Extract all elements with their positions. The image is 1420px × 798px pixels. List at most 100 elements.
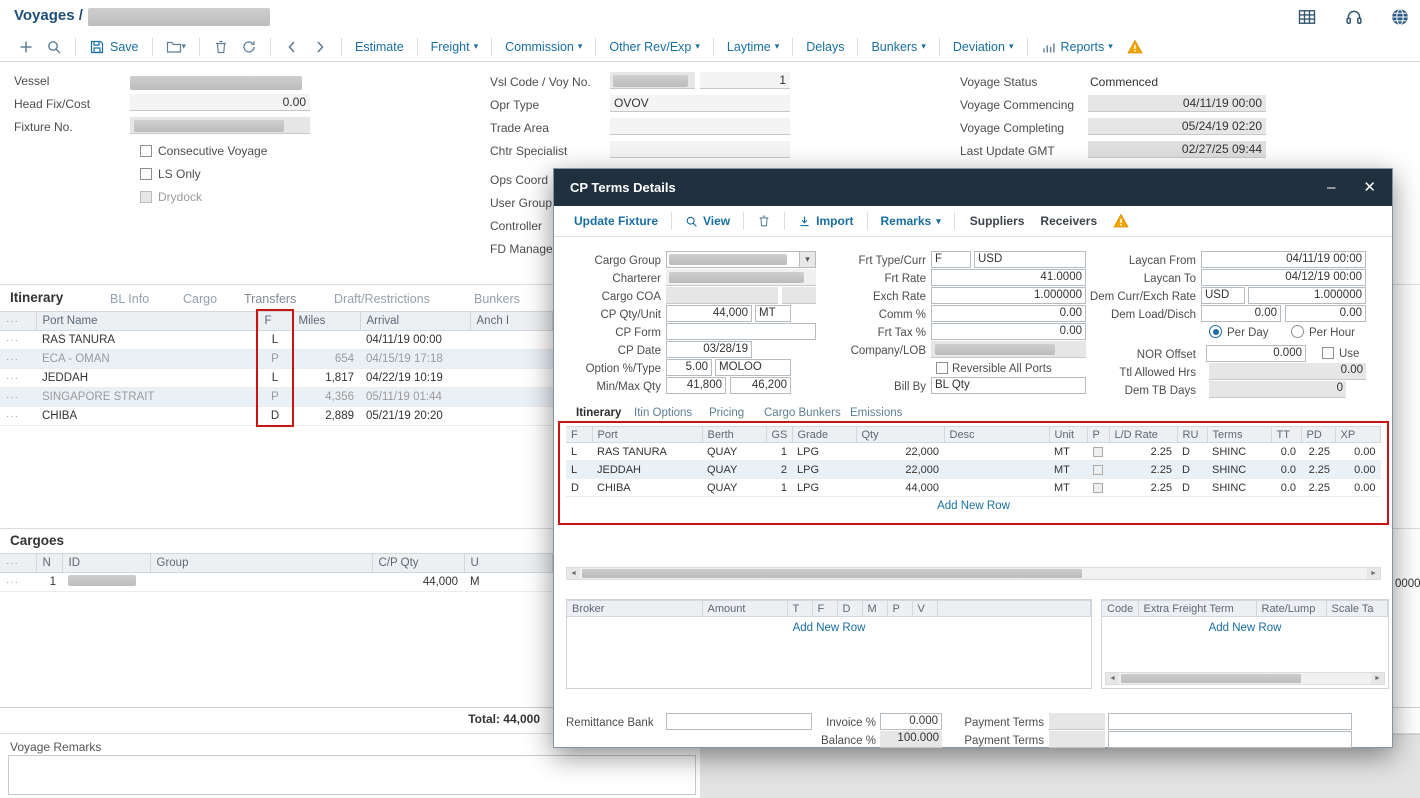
reversible-all-ports-checkbox[interactable] [936, 362, 948, 374]
frt-tax-field[interactable]: 0.00 [931, 323, 1086, 340]
prev-voyage-button[interactable] [284, 39, 300, 55]
col-pd[interactable]: PD [1301, 427, 1335, 443]
col-unit[interactable]: Unit [1049, 427, 1087, 443]
col-p[interactable]: P [1087, 427, 1109, 443]
cargo-coa-field[interactable] [666, 287, 778, 304]
col-grade[interactable]: Grade [792, 427, 856, 443]
cargo-coa-seq-field[interactable] [782, 287, 816, 304]
modal-tab-cargo-bunkers[interactable]: Cargo Bunkers [764, 407, 841, 419]
payment-terms-desc-field-1[interactable] [1108, 713, 1352, 730]
scrollbar-thumb[interactable] [582, 569, 1082, 578]
completing-field[interactable]: 05/24/19 02:20 [1088, 118, 1266, 135]
arrival-link[interactable]: 05/21/19 20:20 [360, 407, 470, 426]
col-t[interactable]: T [787, 601, 812, 617]
consecutive-voyage-checkbox[interactable] [140, 145, 152, 157]
col-broker[interactable]: Broker [567, 601, 702, 617]
menu-estimate[interactable]: Estimate [355, 40, 404, 54]
redacted-vessel[interactable] [130, 76, 302, 90]
scrollbar-thumb[interactable] [1121, 674, 1301, 683]
laycan-to-field[interactable]: 04/12/19 00:00 [1201, 269, 1366, 286]
col-extra-freight-term[interactable]: Extra Freight Term [1138, 601, 1256, 617]
head-fix-field[interactable]: 0.00 [130, 94, 310, 111]
payment-terms-code-field-2[interactable] [1049, 731, 1105, 748]
comm-pct-field[interactable]: 0.00 [931, 305, 1086, 322]
ls-only-checkbox[interactable] [140, 168, 152, 180]
warning-icon[interactable] [1113, 213, 1129, 229]
itinerary-row[interactable]: ··· CHIBA D 2,889 05/21/19 20:20 [0, 407, 553, 426]
row-menu-icon[interactable]: ··· [6, 411, 19, 422]
option-pct-field[interactable]: 5.00 [666, 359, 712, 376]
cp-form-field[interactable] [666, 323, 816, 340]
col-n[interactable]: N [36, 554, 62, 573]
col-id[interactable]: ID [62, 554, 150, 573]
add-button[interactable] [18, 39, 34, 55]
col-f[interactable]: F [812, 601, 837, 617]
remittance-bank-field[interactable] [666, 713, 812, 730]
col-scale-table[interactable]: Scale Ta [1326, 601, 1388, 617]
search-button[interactable] [46, 39, 62, 55]
payment-terms-desc-field-2[interactable] [1108, 731, 1352, 748]
menu-bunkers[interactable]: Bunkers▾ [871, 40, 925, 54]
chtr-specialist-field[interactable] [610, 141, 790, 158]
view-button[interactable]: View [685, 214, 730, 228]
tab-bl-info[interactable]: BL Info [110, 292, 149, 306]
col-port[interactable]: Port [592, 427, 702, 443]
cargo-itinerary-scrollbar[interactable]: ◄ ► [566, 567, 1381, 580]
frt-curr-field[interactable]: USD [974, 251, 1086, 268]
delete-cargo-button[interactable] [757, 214, 771, 228]
dem-disch-field[interactable]: 0.00 [1285, 305, 1366, 322]
scroll-left-arrow[interactable]: ◄ [567, 568, 580, 579]
voy-no-field[interactable]: 1 [700, 72, 790, 89]
row-menu-icon[interactable]: ··· [6, 354, 19, 365]
modal-tab-itin-options[interactable]: Itin Options [634, 407, 692, 419]
col-cp-qty[interactable]: C/P Qty [372, 554, 464, 573]
support-icon[interactable] [1344, 7, 1364, 27]
col-arrival[interactable]: Arrival [360, 312, 470, 331]
cargo-itinerary-row[interactable]: D CHIBA QUAY 1 LPG 44,000 MT 2.25 D SHIN… [566, 479, 1381, 497]
itinerary-row[interactable]: ··· SINGAPORE STRAIT P 4,356 05/11/19 01… [0, 388, 553, 407]
modal-title-bar[interactable]: CP Terms Details – ✕ [554, 169, 1392, 206]
col-rate-lump[interactable]: Rate/Lump [1256, 601, 1326, 617]
scroll-left-arrow[interactable]: ◄ [1106, 673, 1119, 684]
menu-reports[interactable]: Reports▾ [1041, 39, 1113, 55]
dem-curr-field[interactable]: USD [1201, 287, 1245, 304]
close-button[interactable]: ✕ [1363, 180, 1376, 195]
per-day-radio[interactable] [1209, 325, 1222, 338]
remarks-button[interactable]: Remarks▾ [881, 214, 941, 228]
arrival-link[interactable]: 04/15/19 17:18 [360, 350, 470, 369]
col-ld-rate[interactable]: L/D Rate [1109, 427, 1177, 443]
max-qty-field[interactable]: 46,200 [730, 377, 791, 394]
warning-icon[interactable] [1127, 39, 1143, 55]
row-menu-icon[interactable]: ··· [6, 373, 19, 384]
min-qty-field[interactable]: 41,800 [666, 377, 726, 394]
dem-load-field[interactable]: 0.00 [1201, 305, 1281, 322]
modal-tab-emissions[interactable]: Emissions [850, 407, 902, 419]
grid-icon[interactable] [1297, 7, 1317, 27]
bill-by-field[interactable]: BL Qty [931, 377, 1086, 394]
tab-cargo[interactable]: Cargo [183, 292, 217, 306]
import-button[interactable]: Import [798, 214, 853, 228]
opr-type-field[interactable]: OVOV [610, 95, 790, 112]
chevron-down-icon[interactable]: ▾ [799, 252, 815, 267]
tab-draft-restrictions[interactable]: Draft/Restrictions [334, 292, 430, 306]
cargo-itinerary-add-row-link[interactable]: Add New Row [566, 500, 1381, 512]
extra-freight-add-row-link[interactable]: Add New Row [1102, 622, 1388, 634]
menu-commission[interactable]: Commission▾ [505, 40, 582, 54]
col-ru[interactable]: RU [1177, 427, 1207, 443]
frt-rate-field[interactable]: 41.0000 [931, 269, 1086, 286]
menu-laytime[interactable]: Laytime▾ [727, 40, 779, 54]
p-checkbox[interactable] [1093, 483, 1103, 493]
col-gs[interactable]: GS [766, 427, 792, 443]
drydock-checkbox[interactable] [140, 191, 152, 203]
col-u[interactable]: U [464, 554, 553, 573]
p-checkbox[interactable] [1093, 465, 1103, 475]
laycan-from-field[interactable]: 04/11/19 00:00 [1201, 251, 1366, 268]
per-hour-radio[interactable] [1291, 325, 1304, 338]
cargo-row[interactable]: ··· 1 44,000 M [0, 573, 553, 592]
tab-transfers[interactable]: Transfers [244, 292, 296, 306]
suppliers-button[interactable]: Suppliers [970, 214, 1025, 228]
col-terms[interactable]: Terms [1207, 427, 1271, 443]
col-v[interactable]: V [912, 601, 937, 617]
frt-type-field[interactable]: F [931, 251, 971, 268]
nor-use-checkbox[interactable] [1322, 347, 1334, 359]
